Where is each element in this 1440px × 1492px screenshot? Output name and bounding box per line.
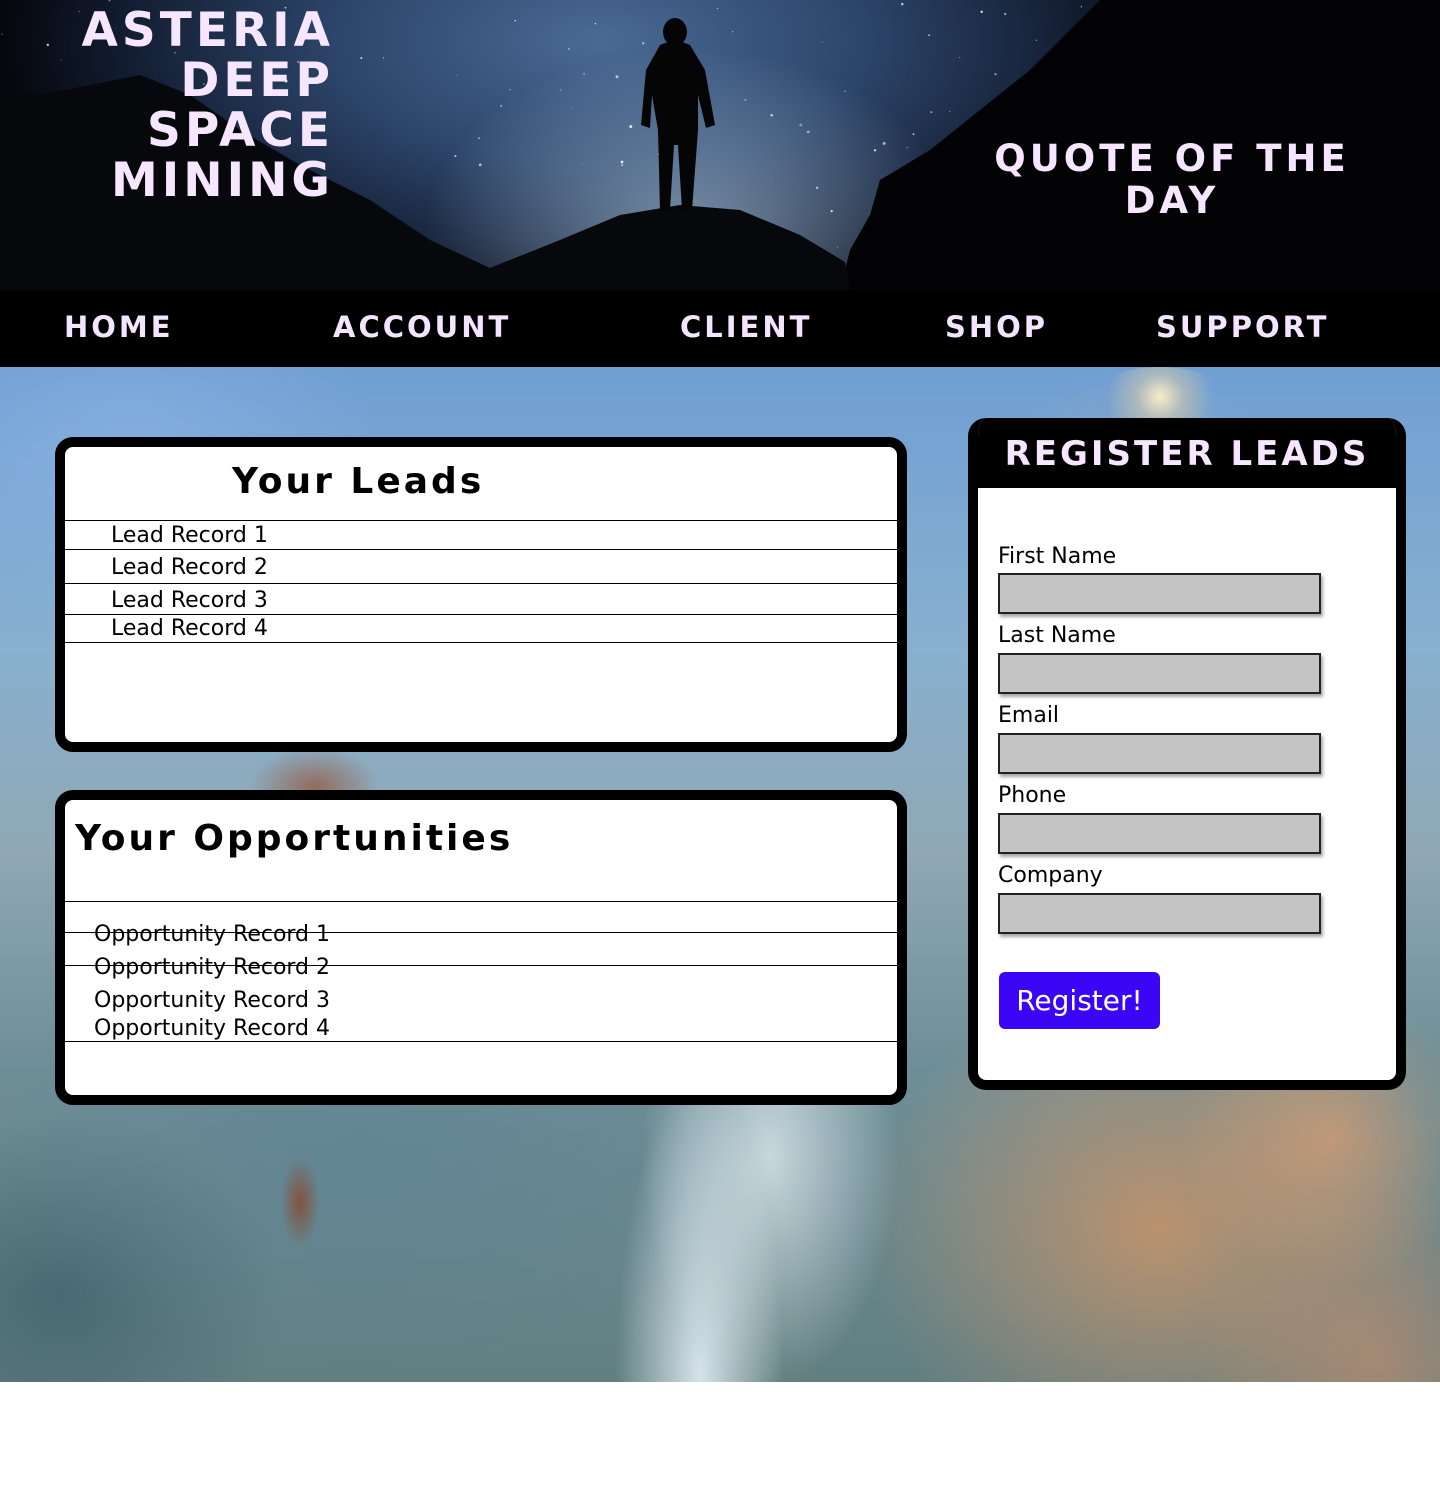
divider	[65, 1041, 897, 1042]
divider	[65, 901, 897, 902]
astronaut-figure	[641, 18, 715, 210]
opportunities-title: Your Opportunities	[75, 818, 514, 859]
email-label: Email	[998, 703, 1060, 728]
lead-record[interactable]: Lead Record 1	[111, 523, 268, 548]
email-input[interactable]	[998, 733, 1321, 774]
opportunity-record[interactable]: Opportunity Record 2	[94, 955, 330, 980]
first-name-label: First Name	[998, 544, 1117, 569]
company-input[interactable]	[998, 893, 1321, 934]
leads-panel: Your Leads Lead Record 1 Lead Record 2 L…	[55, 437, 907, 752]
lead-record[interactable]: Lead Record 3	[111, 588, 268, 613]
divider	[65, 642, 897, 643]
register-leads-form: REGISTER LEADS First Name Last Name Emai…	[968, 418, 1406, 1090]
divider	[65, 614, 897, 615]
phone-label: Phone	[998, 783, 1067, 808]
divider	[65, 583, 897, 584]
brand-line: Asteria	[81, 3, 334, 58]
last-name-label: Last Name	[998, 623, 1116, 648]
nav-home[interactable]: HOME	[64, 310, 174, 344]
first-name-input[interactable]	[998, 573, 1321, 614]
opportunity-record[interactable]: Opportunity Record 4	[94, 1016, 330, 1041]
brand-logo[interactable]: Asteria Deep Space Mining	[82, 6, 334, 206]
phone-input[interactable]	[998, 813, 1321, 854]
brand-line: Deep	[180, 53, 334, 108]
nav-account[interactable]: ACCOUNT	[333, 310, 511, 344]
opportunity-record[interactable]: Opportunity Record 3	[94, 988, 330, 1013]
register-button[interactable]: Register!	[999, 972, 1160, 1029]
brand-line: Mining	[111, 153, 334, 208]
brand-line: Space	[147, 103, 334, 158]
opportunity-record[interactable]: Opportunity Record 1	[94, 922, 330, 947]
opportunities-panel: Your Opportunities Opportunity Record 1 …	[55, 790, 907, 1105]
quote-of-the-day-heading: Quote of the Day	[994, 137, 1350, 222]
site-header: Asteria Deep Space Mining Quote of the D…	[0, 0, 1440, 290]
register-leads-title: REGISTER LEADS	[978, 418, 1396, 488]
leads-title: Your Leads	[232, 461, 485, 502]
lead-record[interactable]: Lead Record 4	[111, 616, 268, 641]
lead-record[interactable]: Lead Record 2	[111, 555, 268, 580]
last-name-input[interactable]	[998, 653, 1321, 694]
company-label: Company	[998, 863, 1103, 888]
nav-shop[interactable]: SHOP	[945, 310, 1048, 344]
divider	[65, 549, 897, 550]
divider	[65, 520, 897, 521]
main-nav: HOME ACCOUNT CLIENT SHOP SUPPORT	[0, 290, 1440, 368]
nav-support[interactable]: SUPPORT	[1156, 310, 1329, 344]
nav-client[interactable]: CLIENT	[680, 310, 812, 344]
